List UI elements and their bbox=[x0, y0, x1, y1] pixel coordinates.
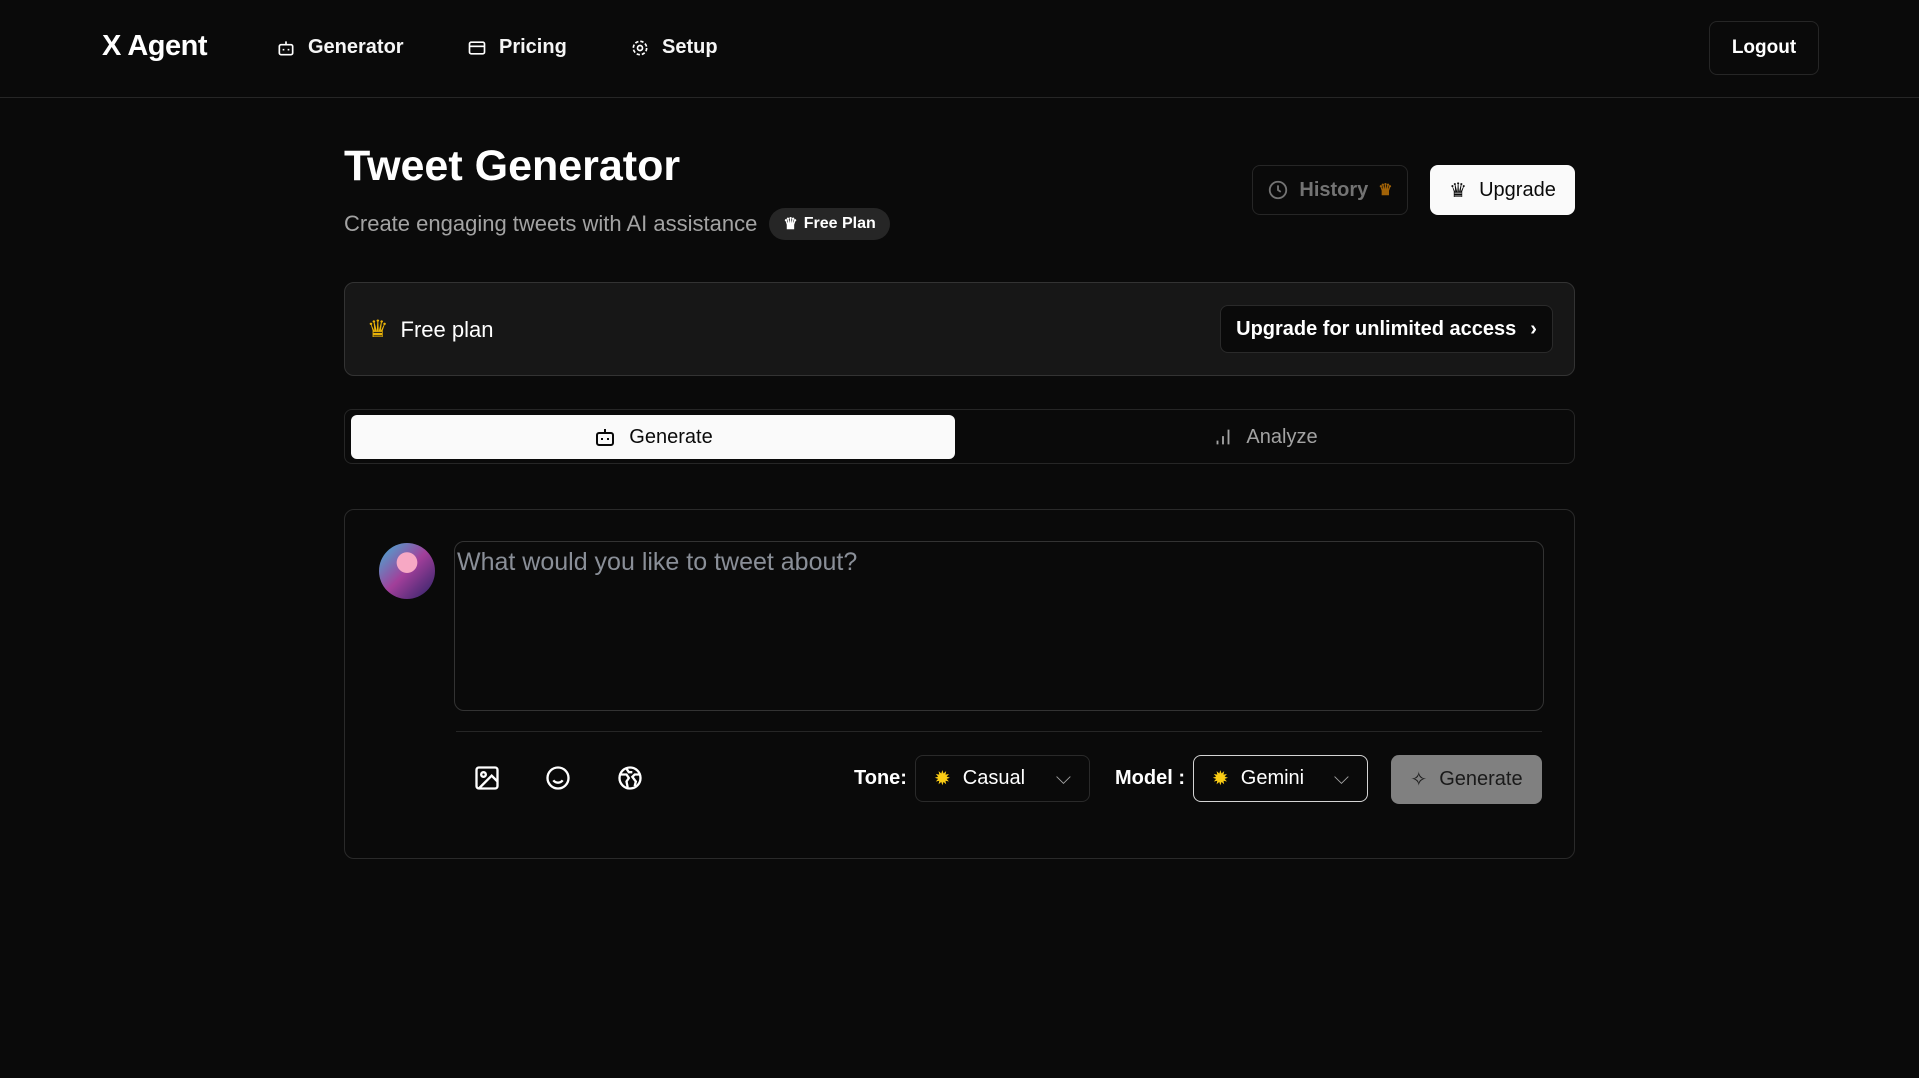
history-button[interactable]: History ♛ bbox=[1252, 165, 1408, 215]
plan-banner: ♛ Free plan Upgrade for unlimited access › bbox=[344, 282, 1575, 376]
sun-icon: ✹ bbox=[934, 768, 951, 790]
card-icon bbox=[468, 40, 486, 55]
chevron-down-icon: ⌵ bbox=[1333, 767, 1349, 789]
bot-icon bbox=[278, 40, 294, 56]
nav-setup[interactable]: Setup bbox=[630, 36, 718, 59]
nav-setup-label: Setup bbox=[662, 36, 718, 58]
top-nav: X Agent Generator Pricing Setup Logout bbox=[0, 0, 1919, 98]
upgrade-unlimited-label: Upgrade for unlimited access bbox=[1236, 317, 1517, 340]
upgrade-button[interactable]: ♛ Upgrade bbox=[1430, 165, 1575, 215]
model-select[interactable]: ✹ Gemini ⌵ bbox=[1193, 755, 1368, 802]
plan-label: Free plan bbox=[400, 316, 494, 342]
sun-icon: ✹ bbox=[1212, 768, 1229, 790]
tweet-input[interactable] bbox=[454, 541, 1544, 711]
upgrade-unlimited-button[interactable]: Upgrade for unlimited access › bbox=[1220, 305, 1553, 353]
gear-icon bbox=[632, 40, 648, 55]
bar-chart-icon bbox=[1217, 429, 1230, 445]
user-avatar bbox=[379, 543, 435, 599]
tone-label: Tone: bbox=[854, 767, 907, 789]
crown-icon: ♛ bbox=[783, 216, 798, 233]
clock-icon bbox=[1269, 180, 1288, 200]
tone-select[interactable]: ✹ Casual ⌵ bbox=[915, 755, 1090, 802]
chevron-right-icon: › bbox=[1530, 317, 1537, 340]
tab-generate[interactable]: Generate bbox=[351, 415, 955, 459]
crown-icon: ♛ bbox=[367, 316, 389, 343]
page-subtitle: Create engaging tweets with AI assistanc… bbox=[344, 208, 890, 240]
tab-generate-label: Generate bbox=[629, 425, 713, 448]
nav-pricing[interactable]: Pricing bbox=[467, 36, 567, 59]
model-label: Model : bbox=[1115, 767, 1185, 789]
history-label: History bbox=[1299, 178, 1369, 201]
emoji-icon[interactable] bbox=[544, 764, 572, 792]
generate-button[interactable]: ✧ Generate bbox=[1391, 755, 1542, 804]
image-icon[interactable] bbox=[473, 764, 501, 792]
logout-button[interactable]: Logout bbox=[1709, 21, 1819, 75]
crown-icon: ♛ bbox=[1449, 179, 1468, 202]
plan-status: ♛ Free plan bbox=[367, 315, 493, 344]
generate-label: Generate bbox=[1439, 768, 1523, 790]
tab-analyze-label: Analyze bbox=[1246, 425, 1318, 448]
page-title: Tweet Generator bbox=[344, 142, 681, 190]
mode-tabs: Generate Analyze bbox=[344, 409, 1575, 464]
divider bbox=[456, 731, 1542, 732]
plan-badge: ♛ Free Plan bbox=[769, 208, 890, 240]
bot-icon bbox=[596, 429, 615, 446]
plan-badge-label: Free Plan bbox=[803, 215, 876, 232]
nav-generator[interactable]: Generator bbox=[276, 36, 404, 59]
globe-icon[interactable] bbox=[616, 764, 644, 792]
tab-analyze[interactable]: Analyze bbox=[963, 415, 1567, 459]
tone-value: Casual bbox=[962, 767, 1026, 789]
upgrade-label: Upgrade bbox=[1479, 178, 1556, 201]
subtitle-text: Create engaging tweets with AI assistanc… bbox=[344, 211, 758, 236]
nav-pricing-label: Pricing bbox=[499, 36, 567, 58]
logo[interactable]: X Agent bbox=[102, 30, 207, 63]
chevron-down-icon: ⌵ bbox=[1055, 767, 1071, 789]
sparkles-icon: ✧ bbox=[1410, 769, 1428, 791]
nav-generator-label: Generator bbox=[308, 36, 404, 58]
model-value: Gemini bbox=[1240, 767, 1305, 789]
composer-card: Tone: ✹ Casual ⌵ Model : ✹ Gemini ⌵ ✧ Generat… bbox=[344, 509, 1575, 859]
crown-icon: ♛ bbox=[1378, 182, 1393, 199]
